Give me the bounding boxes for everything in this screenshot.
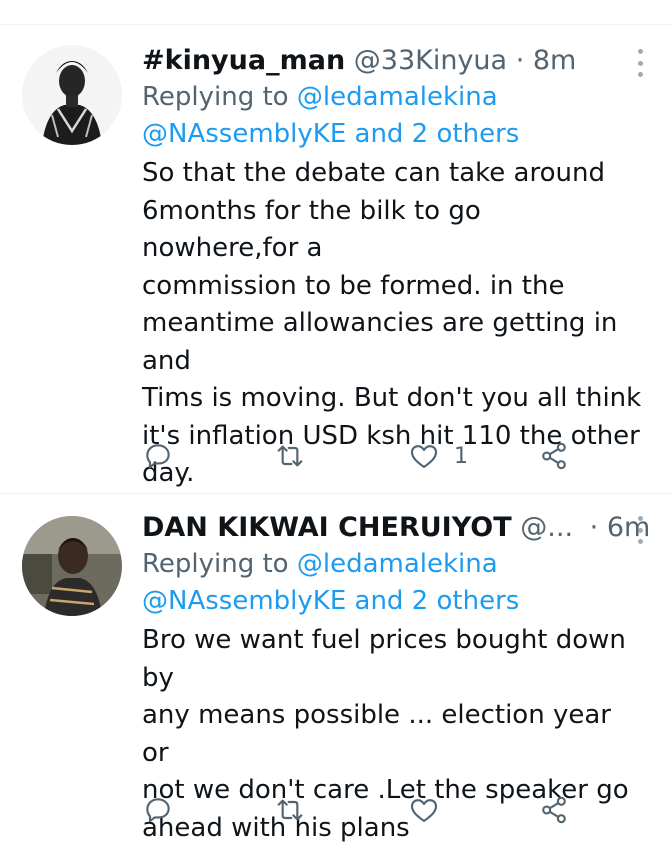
tweet-header: #kinyua_man @33Kinyua · 8m xyxy=(142,43,644,79)
avatar[interactable] xyxy=(22,516,122,616)
replying-others-link[interactable]: @NAssemblyKE and 2 others xyxy=(142,119,519,149)
tweet-text-line: commission to be formed. in the xyxy=(142,268,644,306)
share-button[interactable] xyxy=(538,436,570,476)
tweet-1[interactable]: #kinyua_man @33Kinyua · 8m Replying to @… xyxy=(0,25,672,493)
reply-button[interactable] xyxy=(142,790,174,830)
avatar-image xyxy=(22,45,122,145)
like-button[interactable] xyxy=(408,790,454,830)
like-button[interactable]: 1 xyxy=(408,436,468,476)
timestamp[interactable]: 8m xyxy=(533,45,576,76)
reply-button[interactable] xyxy=(142,436,174,476)
reply-icon xyxy=(142,794,174,826)
display-name[interactable]: DAN KIKWAI CHERUIYOT xyxy=(142,512,512,543)
reply-icon xyxy=(142,440,174,472)
more-icon[interactable] xyxy=(632,49,648,77)
more-icon[interactable] xyxy=(632,516,648,544)
share-icon xyxy=(538,794,570,826)
replying-others: @NAssemblyKE and 2 others xyxy=(142,583,644,620)
tweet-content: #kinyua_man @33Kinyua · 8m Replying to @… xyxy=(142,43,644,493)
share-icon xyxy=(538,440,570,472)
tweet-actions xyxy=(142,790,582,830)
separator-dot: · xyxy=(516,45,525,76)
retweet-button[interactable] xyxy=(274,436,306,476)
tweet-text-line: Tims is moving. But don't you all think xyxy=(142,380,644,418)
tweet-text-line: meantime allowancies are getting in and xyxy=(142,305,644,380)
like-icon xyxy=(408,440,440,472)
retweet-icon xyxy=(274,794,306,826)
avatar[interactable] xyxy=(22,45,122,145)
like-icon xyxy=(408,794,440,826)
tweet-text-line: Bro we want fuel prices bought down by xyxy=(142,622,644,697)
retweet-icon xyxy=(274,440,306,472)
tweet-text-line: So that the debate can take around xyxy=(142,155,644,193)
replying-to: Replying to @ledamalekina xyxy=(142,79,644,116)
user-handle[interactable]: @... xyxy=(520,512,573,543)
replying-to: Replying to @ledamalekina xyxy=(142,546,644,583)
replying-link[interactable]: @ledamalekina xyxy=(297,82,498,112)
share-button[interactable] xyxy=(538,790,570,830)
tweet-text-line: any means possible ... election year or xyxy=(142,697,644,772)
like-count: 1 xyxy=(454,444,468,469)
tweet-actions: 1 xyxy=(142,436,582,476)
tweet-text-line: 6months for the bilk to go nowhere,for a xyxy=(142,193,644,268)
avatar-image xyxy=(22,516,122,616)
replying-prefix: Replying to xyxy=(142,82,297,112)
tweet-2[interactable]: DAN KIKWAI CHERUIYOT @... · 6m Replying … xyxy=(0,494,672,824)
user-handle[interactable]: @33Kinyua xyxy=(354,45,507,76)
replying-others: @NAssemblyKE and 2 others xyxy=(142,116,644,153)
replying-prefix: Replying to xyxy=(142,549,297,579)
retweet-button[interactable] xyxy=(274,790,306,830)
separator-dot: · xyxy=(590,512,599,543)
replying-link[interactable]: @ledamalekina xyxy=(297,549,498,579)
tweet-header: DAN KIKWAI CHERUIYOT @... · 6m xyxy=(142,510,644,546)
display-name[interactable]: #kinyua_man xyxy=(142,45,345,76)
replying-others-link[interactable]: @NAssemblyKE and 2 others xyxy=(142,586,519,616)
